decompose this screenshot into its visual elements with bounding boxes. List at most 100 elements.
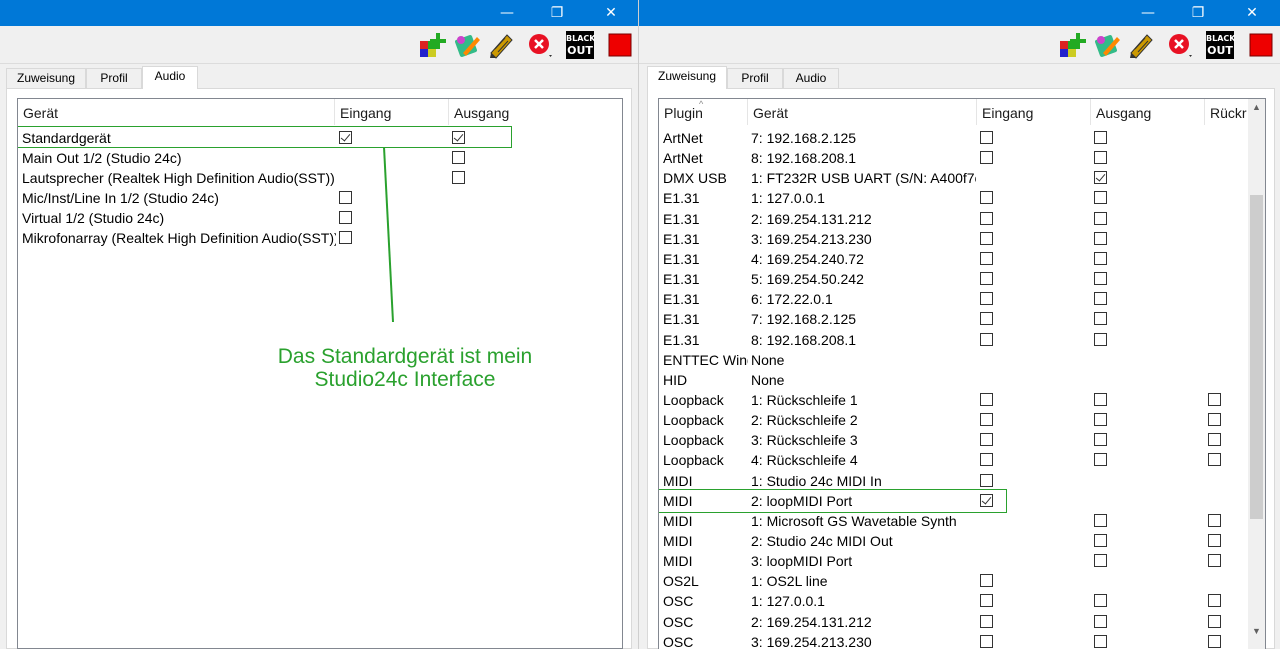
output-checkbox[interactable] [1094,534,1107,547]
input-checkbox[interactable] [980,453,993,467]
configure-icon[interactable] [1093,31,1121,59]
output-checkbox[interactable] [1094,171,1107,185]
list-item[interactable]: Lautsprecher (Realtek High Definition Au… [18,168,622,188]
table-row[interactable]: E1.31 1: 127.0.0.1 [659,188,1249,208]
feedback-checkbox[interactable] [1208,534,1221,547]
output-checkbox[interactable] [1094,554,1107,568]
stop-all-icon[interactable] [1167,31,1195,59]
scroll-down-icon[interactable]: ▼ [1248,623,1265,640]
input-checkbox[interactable] [980,272,993,286]
table-row[interactable]: OSC 2: 169.254.131.212 [659,612,1249,632]
table-row[interactable]: Loopback 2: Rückschleife 2 [659,410,1249,430]
output-checkbox[interactable] [1094,272,1107,286]
edit-icon[interactable] [487,31,515,59]
table-row[interactable]: ArtNet 7: 192.168.2.125 [659,128,1249,148]
feedback-checkbox[interactable] [1208,392,1221,406]
vertical-scrollbar[interactable]: ▲ ▼ [1248,99,1265,649]
panic-icon[interactable] [606,31,634,59]
input-checkbox[interactable] [980,131,993,144]
output-checkbox[interactable] [1094,392,1107,406]
table-row[interactable]: DMX USB 1: FT232R USB UART (S/N: A400f7oh… [659,168,1249,188]
output-checkbox[interactable] [1094,312,1107,326]
input-checkbox[interactable] [980,151,993,165]
output-checkbox[interactable] [1094,453,1107,467]
add-fixture-icon[interactable] [418,31,446,59]
input-checkbox[interactable] [980,231,993,245]
input-checkbox[interactable] [339,191,352,204]
maximize-button[interactable]: ❐ [534,0,580,26]
column-header-output[interactable]: Ausgang [449,99,622,125]
input-checkbox[interactable] [980,594,993,608]
table-row[interactable]: Loopback 4: Rückschleife 4 [659,450,1249,470]
table-row[interactable]: E1.31 7: 192.168.2.125 [659,309,1249,329]
feedback-checkbox[interactable] [1208,614,1221,628]
input-checkbox[interactable] [980,473,993,487]
output-checkbox[interactable] [1094,413,1107,427]
list-item[interactable]: Mikrofonarray (Realtek High Definition A… [18,228,622,248]
input-checkbox[interactable] [980,574,993,588]
tab-zuweisung[interactable]: Zuweisung [647,66,727,89]
list-item[interactable]: Mic/Inst/Line In 1/2 (Studio 24c) [18,188,622,208]
table-row[interactable]: Loopback 3: Rückschleife 3 [659,430,1249,450]
feedback-checkbox[interactable] [1208,594,1221,608]
table-row[interactable]: E1.31 4: 169.254.240.72 [659,249,1249,269]
input-checkbox[interactable] [980,332,993,346]
output-checkbox[interactable] [1094,251,1107,265]
add-fixture-icon[interactable] [1058,31,1086,59]
input-checkbox[interactable] [980,413,993,427]
output-checkbox[interactable] [1094,151,1107,165]
input-checkbox[interactable] [339,231,352,244]
table-row[interactable]: E1.31 3: 169.254.213.230 [659,229,1249,249]
table-row[interactable]: E1.31 6: 172.22.0.1 [659,289,1249,309]
maximize-button[interactable]: ❐ [1175,0,1221,26]
close-button[interactable]: ✕ [588,0,634,26]
column-header-input[interactable]: Eingang [335,99,449,125]
output-checkbox[interactable] [1094,513,1107,527]
output-checkbox[interactable] [1094,131,1107,144]
table-row[interactable]: E1.31 5: 169.254.50.242 [659,269,1249,289]
column-header-device[interactable]: Gerät [748,99,977,125]
table-row[interactable]: MIDI 1: Microsoft GS Wavetable Synth [659,511,1249,531]
blackout-icon[interactable]: BLACK OUT [1206,31,1235,59]
table-row[interactable]: OS2L 1: OS2L line [659,571,1249,591]
blackout-icon[interactable]: BLACK OUT [566,31,595,59]
scrollbar-thumb[interactable] [1250,195,1263,519]
input-checkbox[interactable] [980,211,993,225]
input-checkbox[interactable] [980,251,993,265]
tab-audio[interactable]: Audio [783,68,839,88]
output-checkbox[interactable] [1094,634,1107,648]
output-checkbox[interactable] [1094,231,1107,245]
stop-all-icon[interactable] [527,31,555,59]
input-checkbox[interactable] [980,392,993,406]
table-row[interactable]: MIDI 3: loopMIDI Port [659,551,1249,571]
minimize-button[interactable]: — [484,0,530,26]
edit-icon[interactable] [1127,31,1155,59]
output-checkbox[interactable] [452,171,465,184]
close-button[interactable]: ✕ [1229,0,1275,26]
configure-icon[interactable] [453,31,481,59]
panic-icon[interactable] [1247,31,1275,59]
input-checkbox[interactable] [980,312,993,326]
output-checkbox[interactable] [452,151,465,164]
input-checkbox[interactable] [980,292,993,306]
feedback-checkbox[interactable] [1208,554,1221,568]
output-checkbox[interactable] [1094,433,1107,447]
feedback-checkbox[interactable] [1208,634,1221,648]
column-header-device[interactable]: Gerät [18,99,335,125]
list-item[interactable]: Virtual 1/2 (Studio 24c) [18,208,622,228]
table-row[interactable]: MIDI 2: Studio 24c MIDI Out [659,531,1249,551]
feedback-checkbox[interactable] [1208,413,1221,427]
input-checkbox[interactable] [980,634,993,648]
input-checkbox[interactable] [980,191,993,205]
list-item[interactable]: Main Out 1/2 (Studio 24c) [18,148,622,168]
tab-profil[interactable]: Profil [86,68,142,88]
output-checkbox[interactable] [1094,594,1107,608]
table-row[interactable]: OSC 1: 127.0.0.1 [659,591,1249,611]
feedback-checkbox[interactable] [1208,453,1221,467]
input-checkbox[interactable] [980,614,993,628]
feedback-checkbox[interactable] [1208,433,1221,447]
column-header-plugin[interactable]: Plugin [659,99,748,125]
table-row[interactable]: Loopback 1: Rückschleife 1 [659,390,1249,410]
column-header-output[interactable]: Ausgang [1091,99,1205,125]
table-row[interactable]: E1.31 8: 192.168.208.1 [659,330,1249,350]
